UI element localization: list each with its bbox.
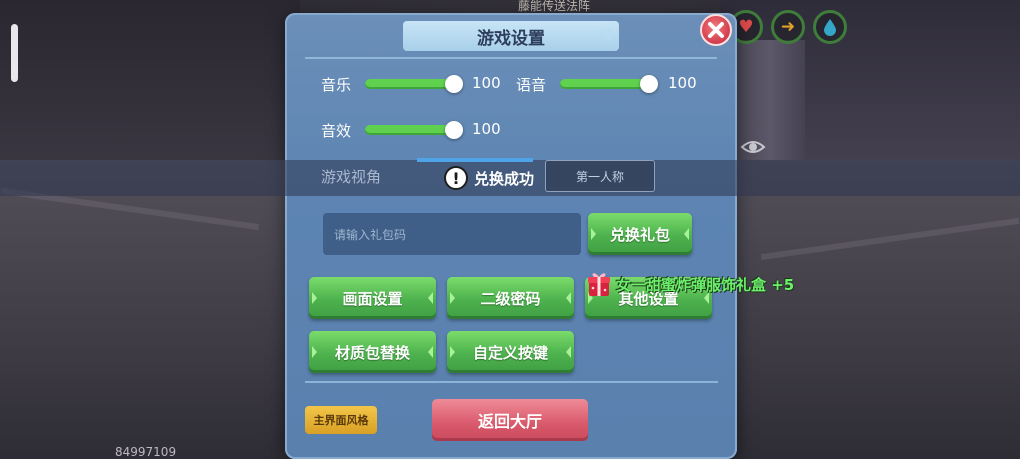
graphics-settings-button[interactable]: 画面设置 <box>309 277 436 319</box>
view-angle-label: 游戏视角 <box>321 168 382 186</box>
first-person-button[interactable]: 第一人称 <box>545 160 655 192</box>
return-lobby-button[interactable]: 返回大厅 <box>432 399 588 441</box>
sfx-slider[interactable] <box>365 125 455 135</box>
sfx-value: 100 <box>472 120 501 138</box>
warning-icon: ! <box>444 166 468 190</box>
voice-value: 100 <box>668 74 697 92</box>
location-title: 藤能传送法阵 <box>518 0 591 13</box>
background-wall-left <box>0 0 300 160</box>
toast-message: ! 兑换成功 <box>444 164 534 192</box>
redeem-gift-button[interactable]: 兑换礼包 <box>588 213 692 255</box>
eye-icon[interactable] <box>740 134 766 160</box>
gift-code-input[interactable]: 请输入礼包码 <box>323 213 581 255</box>
music-value: 100 <box>472 74 501 92</box>
toast-text: 兑换成功 <box>474 169 535 188</box>
side-handle[interactable] <box>11 24 18 82</box>
music-label: 音乐 <box>321 76 352 94</box>
ornament-right-icon: ❖ <box>600 25 618 46</box>
title-divider <box>305 57 717 59</box>
panel-title: 游戏设置 <box>403 21 619 51</box>
close-icon <box>708 22 724 38</box>
voice-label: 语音 <box>516 76 547 94</box>
sfx-label: 音效 <box>321 122 352 140</box>
sfx-slider-knob[interactable] <box>445 121 463 139</box>
voice-slider[interactable] <box>560 79 650 89</box>
bottom-divider <box>305 381 718 383</box>
view-tab-indicator[interactable] <box>417 158 533 162</box>
reward-notification: 女一甜蜜炸弹服饰礼盒 +5 <box>586 270 794 298</box>
gift-box-icon <box>588 273 610 296</box>
reward-text: 女一甜蜜炸弹服饰礼盒 +5 <box>616 275 795 294</box>
close-button[interactable] <box>700 14 732 46</box>
drop-icon[interactable] <box>813 10 847 44</box>
second-password-button[interactable]: 二级密码 <box>447 277 574 319</box>
arrow-icon[interactable]: ➜ <box>771 10 805 44</box>
texture-pack-button[interactable]: 材质包替换 <box>309 331 436 373</box>
music-slider-knob[interactable] <box>445 75 463 93</box>
voice-slider-knob[interactable] <box>640 75 658 93</box>
music-slider[interactable] <box>365 79 455 89</box>
custom-keys-button[interactable]: 自定义按键 <box>447 331 574 373</box>
main-ui-style-button[interactable]: 主界面风格 <box>305 406 377 434</box>
player-id: 84997109 <box>115 445 177 459</box>
